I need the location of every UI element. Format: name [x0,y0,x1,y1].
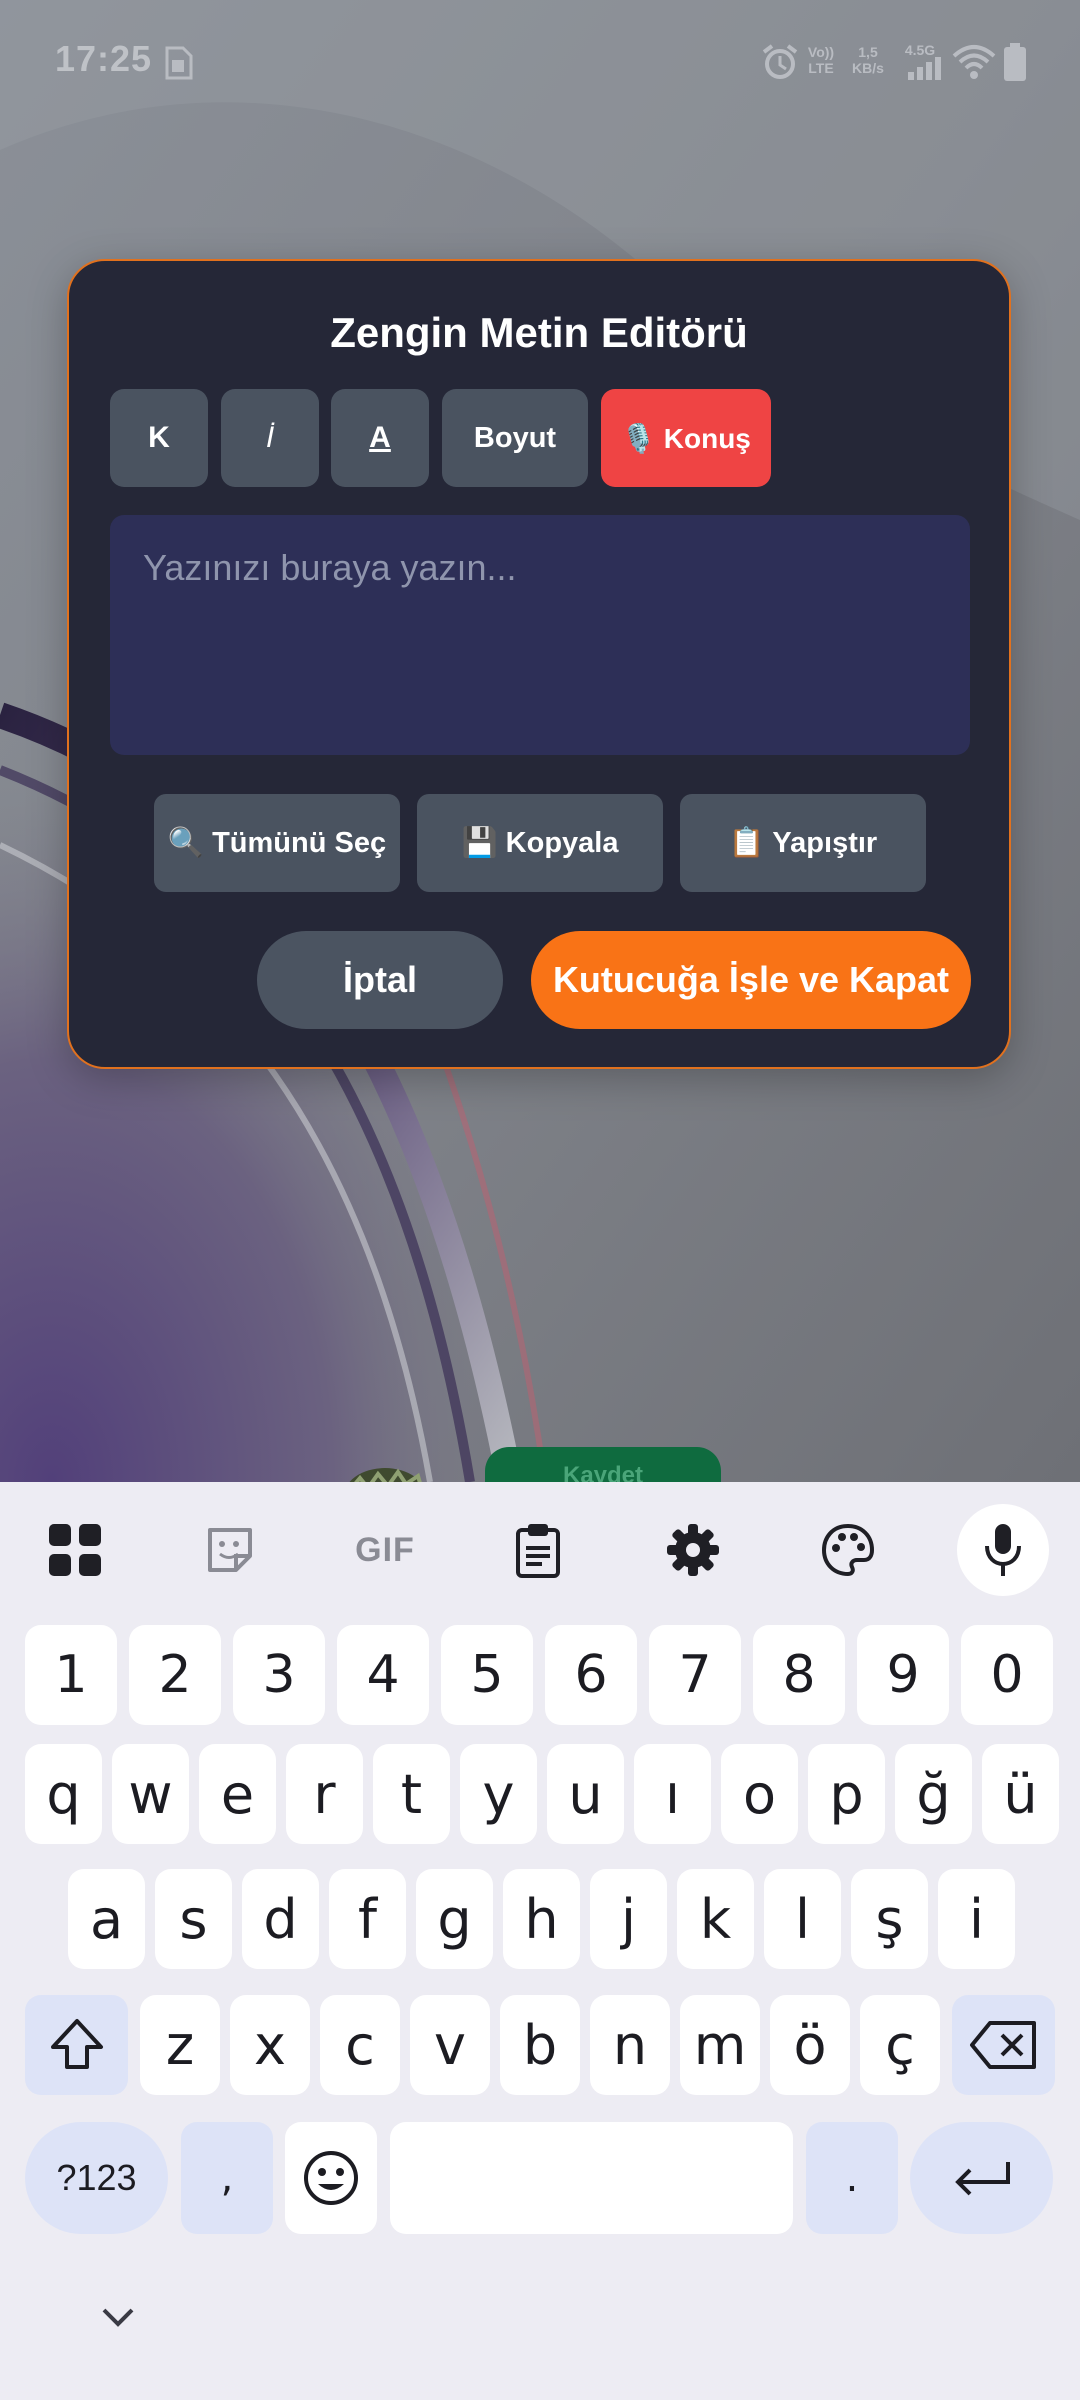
collapse-keyboard-chevron-down-icon[interactable] [96,2302,140,2332]
key-u[interactable]: u [547,1744,624,1844]
space-key[interactable] [390,2122,793,2234]
enter-icon [954,2162,1010,2196]
key-0[interactable]: 0 [961,1625,1053,1725]
key-s-cedilla[interactable]: ş [851,1869,928,1969]
key-3[interactable]: 3 [233,1625,325,1725]
key-6[interactable]: 6 [545,1625,637,1725]
key-w[interactable]: w [112,1744,189,1844]
key-f[interactable]: f [329,1869,406,1969]
cancel-button[interactable]: İptal [257,931,503,1029]
key-b[interactable]: b [500,1995,580,2095]
key-a[interactable]: a [68,1869,145,1969]
settings-gear-icon[interactable] [650,1507,736,1593]
underline-button[interactable]: A [331,389,429,487]
key-m[interactable]: m [680,1995,760,2095]
network-speed-value: 1,5 [858,44,878,60]
palette-icon[interactable] [805,1507,891,1593]
key-o[interactable]: o [721,1744,798,1844]
key-4[interactable]: 4 [337,1625,429,1725]
lte-label: LTE [808,60,834,76]
network-speed-unit: KB/s [852,60,884,76]
key-r[interactable]: r [286,1744,363,1844]
key-8[interactable]: 8 [753,1625,845,1725]
microphone-icon[interactable] [957,1504,1049,1596]
key-9[interactable]: 9 [857,1625,949,1725]
key-e[interactable]: e [199,1744,276,1844]
backspace-key[interactable] [952,1995,1055,2095]
speak-button[interactable]: 🎙️ Konuş [601,389,771,487]
key-2[interactable]: 2 [129,1625,221,1725]
key-v[interactable]: v [410,1995,490,2095]
key-l[interactable]: l [764,1869,841,1969]
status-time: 17:25 [55,38,153,79]
backspace-icon [969,2021,1036,2069]
signal-icon [908,57,941,80]
paste-button[interactable]: 📋 Yapıştır [680,794,926,892]
symbols-key[interactable]: ?123 [25,2122,168,2234]
font-size-button[interactable]: Boyut [442,389,588,487]
emoji-icon [304,2151,358,2205]
key-7[interactable]: 7 [649,1625,741,1725]
rich-text-editor-dialog: Zengin Metin Editörü K İ A Boyut 🎙️ Konu… [67,259,1011,1069]
copy-button[interactable]: 💾 Kopyala [417,794,663,892]
key-j[interactable]: j [590,1869,667,1969]
bold-button[interactable]: K [110,389,208,487]
emoji-key[interactable] [285,2122,377,2234]
key-u-umlaut[interactable]: ü [982,1744,1059,1844]
period-key[interactable]: . [806,2122,898,2234]
key-x[interactable]: x [230,1995,310,2095]
key-g[interactable]: g [416,1869,493,1969]
select-all-button[interactable]: 🔍 Tümünü Seç [154,794,400,892]
apply-and-close-button[interactable]: Kutucuğa İşle ve Kapat [531,931,971,1029]
key-t[interactable]: t [373,1744,450,1844]
volte-label: Vo)) [807,44,835,60]
key-dotless-i[interactable]: ı [634,1744,711,1844]
sticker-icon[interactable] [187,1507,273,1593]
keyboard: GIF 1 2 3 4 5 6 7 8 9 0 q w e r t y u ı … [0,1482,1080,2400]
status-bar: 17:25 Vo)) LTE 1,5 KB/s 4.5G [0,0,1080,120]
gif-icon[interactable]: GIF [342,1507,428,1593]
key-n[interactable]: n [590,1995,670,2095]
enter-key[interactable] [910,2122,1053,2234]
dialog-title: Zengin Metin Editörü [330,309,748,356]
key-p[interactable]: p [808,1744,885,1844]
key-h[interactable]: h [503,1869,580,1969]
shift-icon [50,2019,103,2069]
key-o-umlaut[interactable]: ö [770,1995,850,2095]
text-editor-area[interactable]: Yazınızı buraya yazın... [110,515,970,755]
key-c[interactable]: c [320,1995,400,2095]
key-1[interactable]: 1 [25,1625,117,1725]
key-g-breve[interactable]: ğ [895,1744,972,1844]
alarm-icon [762,44,798,79]
key-5[interactable]: 5 [441,1625,533,1725]
key-k[interactable]: k [677,1869,754,1969]
apps-grid-icon[interactable] [32,1507,118,1593]
key-s[interactable]: s [155,1869,232,1969]
comma-key[interactable]: , [181,2122,273,2234]
key-c-cedilla[interactable]: ç [860,1995,940,2095]
key-d[interactable]: d [242,1869,319,1969]
clipboard-icon[interactable] [495,1507,581,1593]
key-i[interactable]: i [938,1869,1015,1969]
editor-placeholder: Yazınızı buraya yazın... [143,547,517,588]
italic-button[interactable]: İ [221,389,319,487]
wifi-icon [952,45,996,79]
sim-card-icon [165,46,193,80]
key-y[interactable]: y [460,1744,537,1844]
key-z[interactable]: z [140,1995,220,2095]
battery-icon [1004,43,1026,81]
shift-key[interactable] [25,1995,128,2095]
key-q[interactable]: q [25,1744,102,1844]
